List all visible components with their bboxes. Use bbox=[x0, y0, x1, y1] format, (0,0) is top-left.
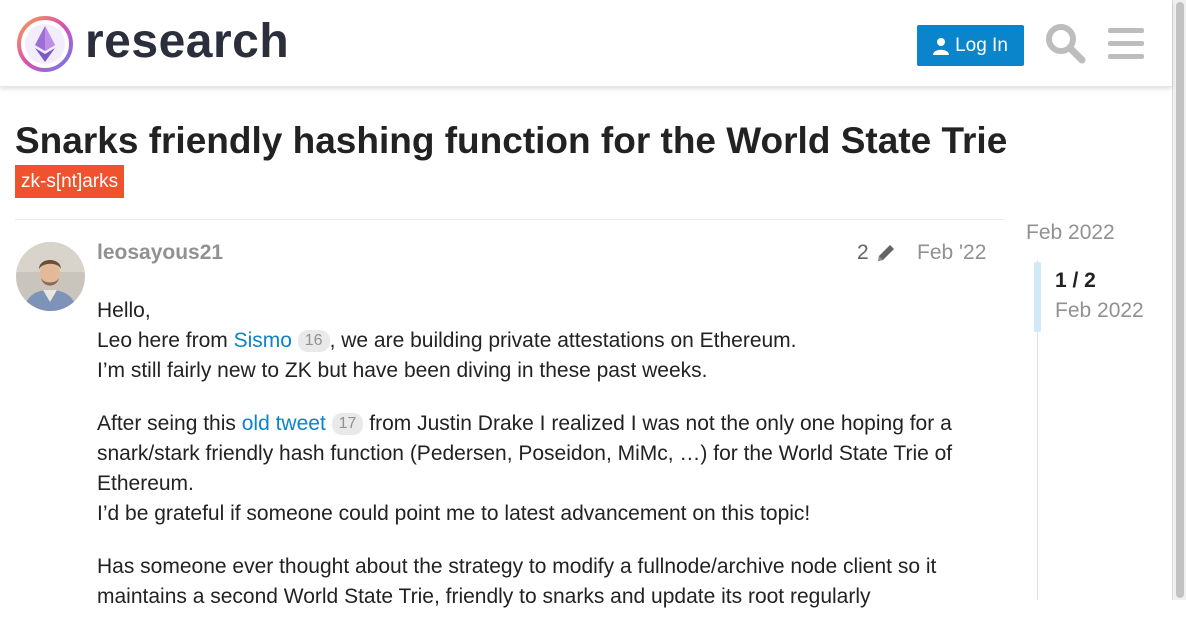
avatar-image bbox=[16, 242, 85, 311]
login-button[interactable]: Log In bbox=[917, 25, 1024, 66]
post-text: Hello, bbox=[97, 299, 151, 322]
timeline-position: 1 / 2 bbox=[1055, 269, 1096, 292]
sismo-link[interactable]: Sismo bbox=[234, 329, 292, 352]
timeline-start-date[interactable]: Feb 2022 bbox=[1026, 219, 1115, 247]
timeline-scroller-handle[interactable] bbox=[1034, 262, 1041, 332]
search-icon[interactable] bbox=[1044, 22, 1086, 64]
post-text: Leo here from bbox=[97, 329, 234, 352]
post-text: I’d be grateful if someone could point m… bbox=[97, 502, 811, 525]
pencil-icon bbox=[877, 245, 894, 261]
scrollbar-thumb[interactable] bbox=[1176, 2, 1184, 598]
hamburger-menu-icon[interactable] bbox=[1106, 24, 1146, 64]
post-paragraph: Hello, Leo here from Sismo 16, we are bu… bbox=[97, 296, 997, 386]
post-date[interactable]: Feb '22 bbox=[917, 240, 986, 266]
brand-wordmark[interactable]: research bbox=[85, 14, 289, 70]
old-tweet-link[interactable]: old tweet bbox=[242, 412, 326, 435]
post-text: I’m still fairly new to ZK but have been… bbox=[97, 359, 708, 382]
post-text: , we are building private attestations o… bbox=[329, 329, 797, 352]
post-body: Hello, Leo here from Sismo 16, we are bu… bbox=[97, 296, 997, 635]
timeline-current-date: Feb 2022 bbox=[1055, 299, 1144, 322]
post-paragraph: After seing this old tweet 17 from Justi… bbox=[97, 409, 997, 529]
title-divider bbox=[15, 219, 1004, 220]
logo-icon[interactable] bbox=[16, 15, 74, 73]
page-scrollbar[interactable] bbox=[1172, 0, 1186, 600]
login-label: Log In bbox=[955, 34, 1008, 56]
topic-tag[interactable]: zk-s[nt]arks bbox=[15, 165, 125, 198]
link-click-count: 16 bbox=[297, 330, 330, 352]
post-paragraph: Has someone ever thought about the strat… bbox=[97, 555, 937, 608]
link-click-count: 17 bbox=[331, 413, 364, 435]
post-edit-history[interactable]: 2 bbox=[857, 240, 897, 266]
post-username[interactable]: leosayous21 bbox=[97, 240, 223, 266]
site-header: research Log In bbox=[0, 0, 1172, 87]
avatar[interactable] bbox=[16, 242, 85, 311]
post-text: After seing this bbox=[97, 412, 242, 435]
user-icon bbox=[933, 37, 950, 55]
topic-title[interactable]: Snarks friendly hashing function for the… bbox=[15, 118, 1007, 164]
edit-count: 2 bbox=[857, 241, 869, 264]
